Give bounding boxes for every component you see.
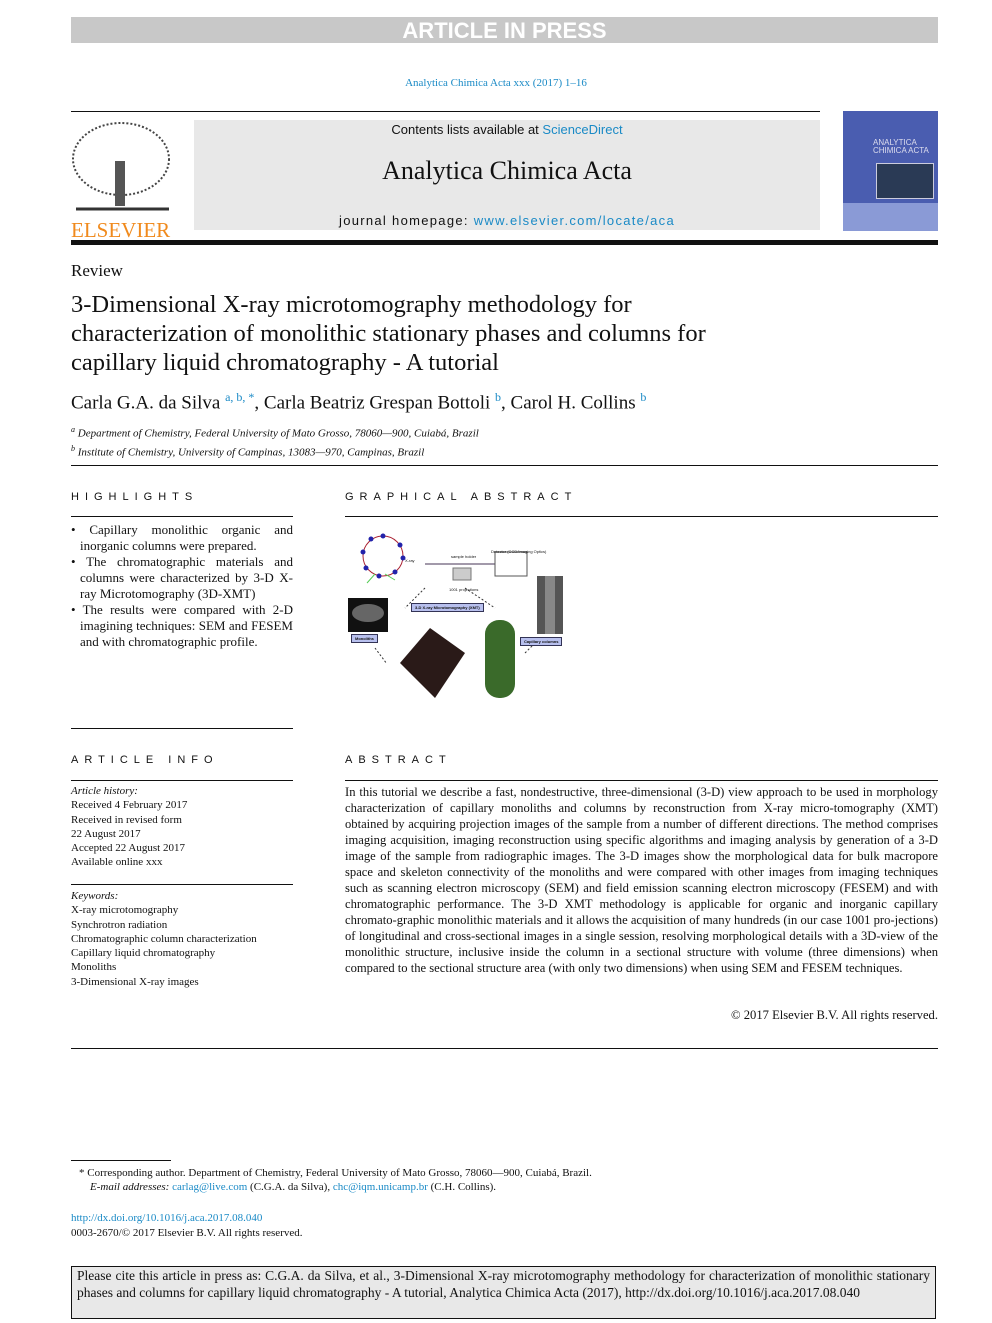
article-info-heading: ARTICLE INFO	[71, 754, 219, 766]
label-projections: 1001 projections	[449, 587, 479, 592]
article-title: 3-Dimensional X-ray microtomography meth…	[71, 291, 706, 376]
article-history: Article history: Received 4 February 201…	[71, 784, 293, 870]
affiliation: a Department of Chemistry, Federal Unive…	[71, 423, 479, 441]
authors: Carla G.A. da Silva a, b, *, Carla Beatr…	[71, 390, 647, 414]
keyword: Monoliths	[71, 961, 117, 974]
journal-banner: Contents lists available at ScienceDirec…	[194, 120, 820, 230]
highlight-item: • The chromatographic materials and colu…	[71, 554, 293, 601]
graphical-abstract-image: 3-D X-ray Microtomography (XMT) Monolith…	[345, 528, 580, 708]
history-item: Accepted 22 August 2017	[71, 842, 185, 855]
abstract-text: In this tutorial we describe a fast, non…	[345, 785, 938, 975]
history-item: Received in revised form	[71, 813, 182, 826]
email-owner: (C.H. Collins).	[427, 1181, 497, 1194]
article-type: Review	[71, 261, 123, 280]
divider	[345, 780, 938, 781]
footnote-divider	[71, 1160, 171, 1161]
elsevier-logo: ELSEVIER	[71, 121, 171, 242]
journal-reference[interactable]: Analytica Chimica Acta xxx (2017) 1–16	[0, 77, 992, 89]
keyword: Chromatographic column characterization	[71, 932, 257, 945]
email-link[interactable]: carlag@live.com	[172, 1181, 247, 1193]
homepage-line: journal homepage: www.elsevier.com/locat…	[194, 213, 820, 228]
highlight-text: Capillary monolithic organic and inorgan…	[80, 522, 293, 553]
divider	[71, 728, 293, 729]
journal-title: Analytica Chimica Acta	[382, 156, 632, 185]
divider	[71, 780, 293, 781]
cover-footer	[843, 203, 938, 231]
divider	[71, 111, 820, 112]
keywords: Keywords: X-ray microtomography Synchrot…	[71, 889, 293, 989]
homepage-prefix: journal homepage:	[339, 213, 474, 228]
contents-prefix: Contents lists available at	[391, 122, 543, 137]
affiliations: a Department of Chemistry, Federal Unive…	[71, 423, 479, 460]
history-label: Article history:	[71, 785, 138, 797]
affiliation-sup: a	[71, 425, 75, 434]
divider	[71, 465, 938, 466]
homepage-link[interactable]: www.elsevier.com/locate/aca	[474, 213, 675, 228]
cover-image	[876, 163, 934, 199]
doi-link[interactable]: http://dx.doi.org/10.1016/j.aca.2017.08.…	[71, 1211, 262, 1225]
email-label: E-mail addresses:	[90, 1181, 173, 1194]
affiliation-text: Institute of Chemistry, University of Ca…	[77, 446, 425, 459]
citation-box: Please cite this article in press as: C.…	[71, 1266, 936, 1319]
highlight-text: The results were compared with 2-D imagi…	[80, 602, 293, 649]
author-name: Carol H. Collins	[510, 392, 636, 414]
cover-title: ANALYTICA CHIMICA ACTA	[873, 138, 929, 155]
email-link[interactable]: chc@iqm.unicamp.br	[333, 1181, 428, 1193]
elsevier-tree-icon	[72, 122, 170, 211]
label-xray: X-ray	[405, 558, 415, 563]
keyword: X-ray microtomography	[71, 904, 179, 917]
keyword: Synchrotron radiation	[71, 918, 168, 931]
highlights-list: • Capillary monolithic organic and inorg…	[71, 522, 293, 650]
email-line: E-mail addresses: carlag@live.com (C.G.A…	[79, 1180, 939, 1194]
page: ARTICLE IN PRESS Analytica Chimica Acta …	[0, 0, 992, 1323]
article-in-press-banner: ARTICLE IN PRESS	[71, 17, 938, 43]
highlight-item: • Capillary monolithic organic and inorg…	[71, 522, 293, 553]
affiliation: b Institute of Chemistry, University of …	[71, 442, 479, 460]
label-xmt: 3-D X-ray Microtomography (XMT)	[411, 603, 484, 612]
history-item: Received 4 February 2017	[71, 799, 188, 812]
sciencedirect-link[interactable]: ScienceDirect	[542, 122, 622, 137]
affiliation-text: Department of Chemistry, Federal Univers…	[77, 427, 479, 440]
abstract-heading: ABSTRACT	[345, 754, 452, 766]
divider	[345, 516, 938, 517]
issn-copyright: 0003-2670/© 2017 Elsevier B.V. All right…	[71, 1227, 303, 1239]
affiliation-sup: b	[71, 443, 75, 453]
keyword: 3-Dimensional X-ray images	[71, 975, 199, 988]
history-item: Available online xxx	[71, 856, 163, 869]
divider	[71, 884, 293, 885]
keywords-label: Keywords:	[71, 890, 119, 902]
label-monoliths: Monoliths	[351, 634, 378, 643]
author-sup[interactable]: a, b, *	[225, 390, 254, 404]
highlights-heading: HIGHLIGHTS	[71, 491, 199, 503]
highlight-item: • The results were compared with 2-D ima…	[71, 602, 293, 649]
divider	[71, 1048, 938, 1049]
abstract-copyright: © 2017 Elsevier B.V. All rights reserved…	[731, 1008, 938, 1022]
author-sup[interactable]: b	[495, 390, 501, 404]
divider	[71, 516, 293, 517]
divider-thick	[71, 240, 938, 245]
author-name: Carla G.A. da Silva	[71, 392, 221, 414]
highlight-text: The chromatographic materials and column…	[80, 554, 293, 601]
journal-cover: ANALYTICA CHIMICA ACTA	[843, 111, 938, 231]
contents-line: Contents lists available at ScienceDirec…	[194, 122, 820, 137]
footnote: * Corresponding author. Department of Ch…	[79, 1166, 939, 1195]
history-item: 22 August 2017	[71, 827, 141, 840]
email-owner: (C.G.A. da Silva),	[247, 1181, 333, 1194]
graphical-abstract-heading: GRAPHICAL ABSTRACT	[345, 491, 578, 503]
keyword: Capillary liquid chromatography	[71, 947, 216, 960]
label-detector: Detector (CCD/Imaging Optics)	[491, 549, 547, 554]
label-capillary-columns: Capillary columns	[520, 637, 563, 646]
author-name: Carla Beatriz Grespan Bottoli	[263, 392, 491, 414]
author-sup[interactable]: b	[640, 390, 646, 404]
corresponding-author: * Corresponding author. Department of Ch…	[79, 1167, 592, 1179]
label-holder: sample holder	[451, 554, 477, 559]
